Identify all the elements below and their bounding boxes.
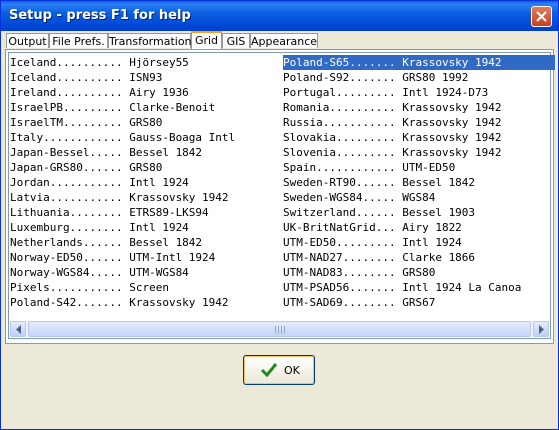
list-item[interactable]: Norway-WGS84..... UTM-WGS84 [10,265,280,280]
list-item[interactable]: UTM-SAD69........ GRS67 [283,295,555,310]
list-item[interactable]: Portugal......... Intl 1924-D73 [283,85,555,100]
grid-listbox[interactable]: Iceland.......... Hjörsey55 Iceland......… [8,52,555,339]
list-item[interactable]: Japan-Bessel..... Bessel 1842 [10,145,280,160]
list-column-right: Poland-S65....... Krassovsky 1942 Poland-… [283,55,555,310]
list-item[interactable]: UTM-PSAD56....... Intl 1924 La Canoa [283,280,555,295]
arrow-left-icon [16,325,21,334]
scrollbar-thumb[interactable] [28,321,531,337]
list-item[interactable]: Iceland.......... ISN93 [10,70,280,85]
list-item[interactable]: Italy............ Gauss-Boaga Intl [10,130,280,145]
horizontal-scrollbar[interactable] [10,321,549,337]
list-item[interactable]: Ireland.......... Airy 1936 [10,85,280,100]
list-item[interactable]: Spain............ UTM-ED50 [283,160,555,175]
list-item[interactable]: Jordan........... Intl 1924 [10,175,280,190]
list-item[interactable]: Pixels........... Screen [10,280,280,295]
list-item[interactable]: Poland-S65....... Krassovsky 1942 [283,55,555,70]
list-item[interactable]: IsraelTM......... GRS80 [10,115,280,130]
window-title: Setup - press F1 for help [9,8,191,23]
list-item[interactable]: Netherlands...... Bessel 1842 [10,235,280,250]
scroll-right-button[interactable] [533,321,549,337]
arrow-right-icon [539,325,544,334]
list-item[interactable]: Romania.......... Krassovsky 1942 [283,100,555,115]
list-item[interactable]: Sweden-WGS84..... WGS84 [283,190,555,205]
list-item[interactable]: UK-BritNatGrid... Airy 1822 [283,220,555,235]
list-item[interactable]: UTM-NAD27........ Clarke 1866 [283,250,555,265]
checkmark-icon [260,363,278,378]
tab-output[interactable]: Output [6,33,49,48]
list-item[interactable]: Switzerland...... Bessel 1903 [283,205,555,220]
grid-tab-panel: Iceland.......... Hjörsey55 Iceland......… [5,49,555,344]
list-item[interactable]: Slovenia......... Krassovsky 1942 [283,145,555,160]
tab-file-prefs[interactable]: File Prefs. [49,33,108,48]
list-column-left: Iceland.......... Hjörsey55 Iceland......… [10,55,280,310]
list-item[interactable]: Latvia........... Krassovsky 1942 [10,190,280,205]
tab-gis[interactable]: GIS [222,33,250,48]
list-item[interactable]: Lithuania........ ETRS89-LKS94 [10,205,280,220]
title-bar[interactable]: Setup - press F1 for help [1,1,558,31]
list-item[interactable]: Luxemburg........ Intl 1924 [10,220,280,235]
list-item[interactable]: Norway-ED50...... UTM-Intl 1924 [10,250,280,265]
list-item[interactable]: UTM-ED50......... Intl 1924 [283,235,555,250]
scrollbar-grip [275,326,285,334]
list-item[interactable]: UTM-NAD83........ GRS80 [283,265,555,280]
list-item[interactable]: IsraelPB......... Clarke-Benoit [10,100,280,115]
tab-grid[interactable]: Grid [191,31,222,49]
tab-appearance[interactable]: Appearance [250,33,318,48]
list-item[interactable]: Russia........... Krassovsky 1942 [283,115,555,130]
tab-transformation[interactable]: Transformation [108,33,192,48]
setup-dialog: Setup - press F1 for help Output File Pr… [0,0,559,430]
list-item[interactable]: Poland-S92....... GRS80 1992 [283,70,555,85]
scroll-left-button[interactable] [10,321,26,337]
list-item[interactable]: Sweden-RT90...... Bessel 1842 [283,175,555,190]
list-item[interactable]: Poland-S42....... Krassovsky 1942 [10,295,280,310]
list-item[interactable]: Japan-GRS80...... GRS80 [10,160,280,175]
list-item[interactable]: Iceland.......... Hjörsey55 [10,55,280,70]
ok-button[interactable]: OK [243,355,315,385]
close-icon [536,11,547,22]
close-button[interactable] [531,6,552,27]
ok-button-label: OK [284,364,300,377]
list-item[interactable]: Slovakia......... Krassovsky 1942 [283,130,555,145]
